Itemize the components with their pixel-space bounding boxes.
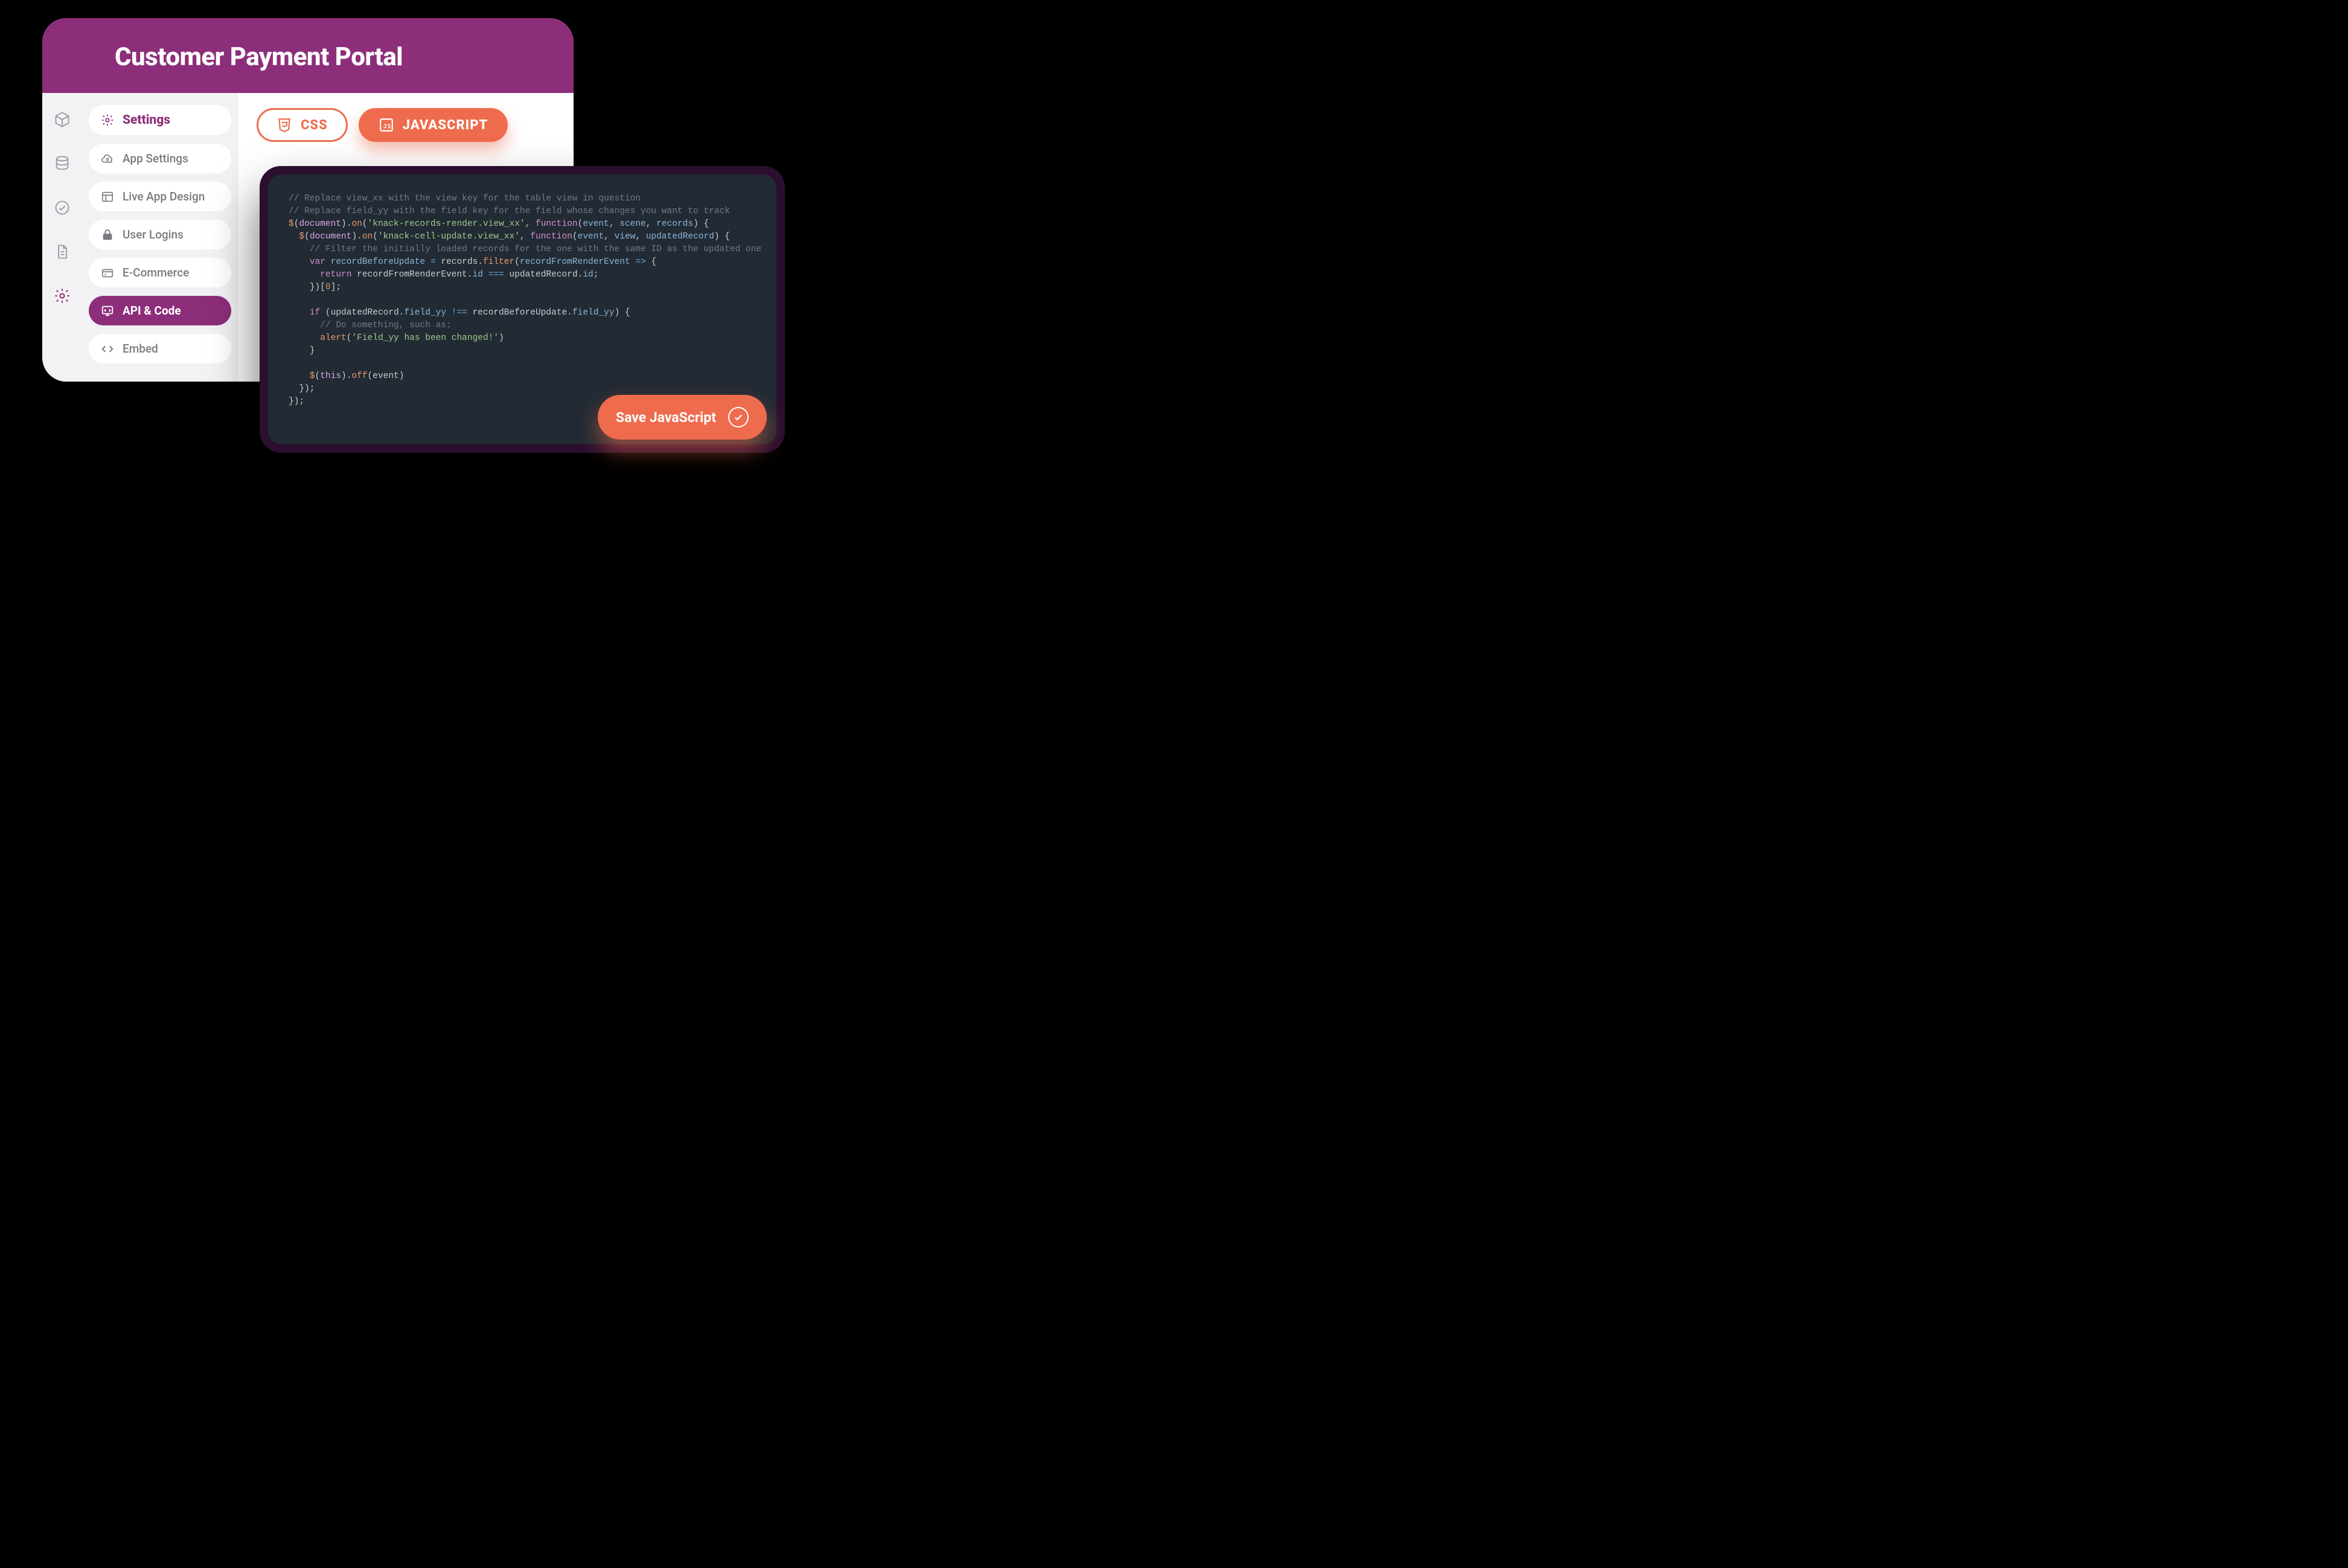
- menu-item-label: App Settings: [123, 152, 188, 165]
- code-token: records: [441, 257, 478, 267]
- code-string: 'knack-records-render.view_xx': [368, 219, 525, 229]
- language-tabs: CSS JS JAVASCRIPT: [257, 108, 555, 142]
- code-token: on: [351, 219, 362, 229]
- code-token: event: [578, 232, 604, 242]
- code-token: document: [299, 219, 341, 229]
- menu-item-label: E-Commerce: [123, 266, 189, 280]
- code-string: 'knack-cell-update.view_xx': [378, 232, 520, 242]
- svg-text:JS: JS: [383, 123, 391, 130]
- code-token: scene: [619, 219, 646, 229]
- lock-icon: [101, 228, 114, 242]
- code-token: if: [310, 308, 320, 318]
- code-comment: // Replace view_xx with the view key for…: [289, 194, 641, 203]
- code-editor-card: // Replace view_xx with the view key for…: [260, 166, 785, 453]
- gear-icon[interactable]: [54, 287, 71, 304]
- cloud-gear-icon: [101, 152, 114, 165]
- menu-item-embed[interactable]: Embed: [89, 334, 231, 363]
- code-monitor-icon: [101, 304, 114, 318]
- menu-item-label: API & Code: [123, 304, 181, 318]
- code-token: recordBeforeUpdate: [331, 257, 426, 267]
- tab-label: JAVASCRIPT: [403, 118, 488, 133]
- code-token: records: [656, 219, 693, 229]
- code-token: 0: [325, 283, 331, 292]
- code-token: $: [289, 219, 294, 229]
- settings-heading-label: Settings: [123, 113, 170, 127]
- code-token: field_yy: [572, 308, 615, 318]
- menu-item-live-app-design[interactable]: Live App Design: [89, 182, 231, 211]
- check-circle-icon: [728, 407, 749, 427]
- code-token: updatedRecord: [510, 270, 578, 280]
- menu-item-api-code[interactable]: API & Code: [89, 296, 231, 325]
- embed-icon: [101, 342, 114, 356]
- code-token: id: [473, 270, 483, 280]
- code-token: event: [373, 371, 399, 381]
- code-token: recordFromRenderEvent: [357, 270, 467, 280]
- database-icon[interactable]: [54, 155, 71, 172]
- icon-rail: [42, 93, 82, 382]
- code-token: $: [310, 371, 315, 381]
- menu-item-app-settings[interactable]: App Settings: [89, 144, 231, 173]
- code-token: updatedRecord: [646, 232, 714, 242]
- code-token: function: [536, 219, 578, 229]
- save-javascript-button[interactable]: Save JavaScript: [598, 395, 767, 440]
- code-token: function: [530, 232, 572, 242]
- code-token: field_yy: [404, 308, 446, 318]
- layout-icon: [101, 190, 114, 203]
- menu-item-user-logins[interactable]: User Logins: [89, 220, 231, 249]
- css-shield-icon: [277, 117, 292, 133]
- code-comment: // Replace field_yy with the field key f…: [289, 206, 730, 216]
- credit-card-icon: [101, 266, 114, 280]
- code-string: 'Field_yy has been changed!': [351, 333, 499, 343]
- save-button-label: Save JavaScript: [616, 409, 716, 426]
- code-token: filter: [483, 257, 514, 267]
- tab-css[interactable]: CSS: [257, 108, 348, 142]
- code-token: recordBeforeUpdate: [473, 308, 568, 318]
- code-token: on: [362, 232, 373, 242]
- menu-item-label: Embed: [123, 342, 158, 356]
- settings-menu: Settings App Settings Live App Design Us…: [82, 93, 238, 382]
- page-title: Customer Payment Portal: [42, 18, 574, 93]
- code-token: id: [583, 270, 593, 280]
- code-comment: // Filter the initially loaded records f…: [310, 245, 761, 254]
- code-token: recordFromRenderEvent: [520, 257, 630, 267]
- cube-icon[interactable]: [54, 111, 71, 128]
- settings-heading: Settings: [89, 105, 231, 135]
- menu-item-label: User Logins: [123, 228, 184, 242]
- code-token: document: [310, 232, 352, 242]
- code-token: off: [351, 371, 367, 381]
- gear-icon: [101, 114, 114, 127]
- check-circle-icon[interactable]: [54, 199, 71, 216]
- code-comment: // Do something, such as:: [320, 321, 452, 330]
- code-token: alert: [320, 333, 347, 343]
- js-icon: JS: [379, 117, 394, 133]
- code-token: view: [615, 232, 636, 242]
- code-token: event: [583, 219, 609, 229]
- code-token: updatedRecord: [331, 308, 399, 318]
- document-icon[interactable]: [54, 243, 71, 260]
- tab-label: CSS: [301, 118, 328, 133]
- code-token: return: [320, 270, 351, 280]
- code-token: var: [310, 257, 325, 267]
- code-token: this: [320, 371, 341, 381]
- menu-item-ecommerce[interactable]: E-Commerce: [89, 258, 231, 287]
- code-token: $: [299, 232, 304, 242]
- tab-javascript[interactable]: JS JAVASCRIPT: [359, 108, 508, 142]
- menu-item-label: Live App Design: [123, 190, 205, 203]
